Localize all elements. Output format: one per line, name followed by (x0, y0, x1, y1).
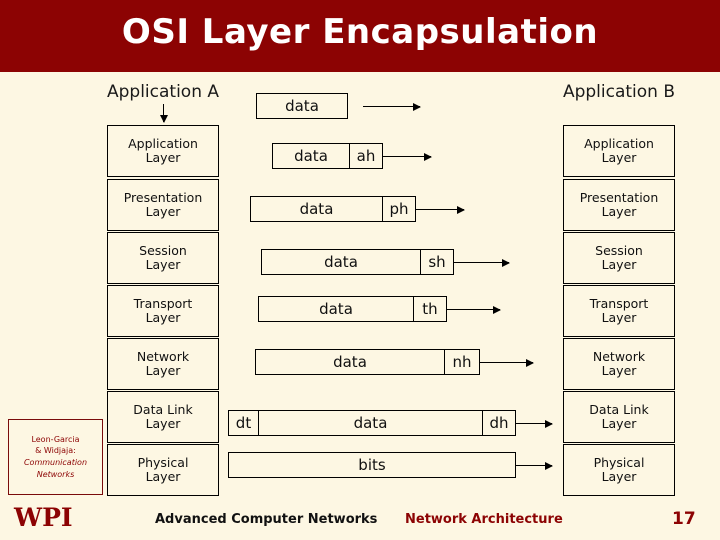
layer-name-line1: Network (136, 348, 190, 364)
layer-name-line1: Session (595, 242, 643, 258)
layer-name-line1: Physical (593, 454, 645, 470)
layer-name-line2: Layer (601, 416, 637, 431)
pdu-header-ah: ah (349, 144, 382, 168)
pdu-data-label: data (324, 253, 358, 271)
down-arrow-application-a (159, 104, 168, 123)
flow-arrow-1 (383, 152, 432, 161)
pdu-network-layer: data nh (255, 349, 480, 375)
page-title: OSI Layer Encapsulation (121, 12, 599, 52)
pdu-header-th: th (413, 297, 446, 321)
flow-arrow-0 (363, 102, 421, 111)
pdu-header-dh: dh (482, 411, 515, 435)
footer-course-title: Advanced Computer Networks (155, 512, 378, 527)
pdu-header-nh: nh (444, 350, 479, 374)
wpi-logo: WPI (14, 503, 73, 532)
layer-name-line2: Layer (145, 363, 181, 378)
stack-right-layer-session: Session Layer (563, 232, 675, 284)
pdu-data-label: data (353, 414, 388, 432)
layer-name-line1: Presentation (123, 189, 203, 205)
layer-name-line2: Layer (145, 469, 181, 484)
stack-left-layer-application: Application Layer (107, 125, 219, 177)
flow-arrow-5 (480, 358, 534, 367)
stack-right-layer-network: Network Layer (563, 338, 675, 390)
endpoint-label-left: Application A (106, 82, 220, 102)
credit-line-2: & Widjaja: (35, 446, 76, 456)
pdu-data-label: data (294, 147, 328, 165)
layer-name-line2: Layer (601, 310, 637, 325)
layer-name-line2: Layer (145, 204, 181, 219)
stack-right-layer-data-link: Data Link Layer (563, 391, 675, 443)
flow-arrow-4 (447, 305, 501, 314)
layer-name-line2: Layer (601, 257, 637, 272)
pdu-data-label: data (299, 200, 334, 218)
layer-name-line1: Session (139, 242, 187, 258)
layer-name-line2: Layer (145, 150, 181, 165)
pdu-presentation-layer: data ph (250, 196, 416, 222)
stack-right-layer-application: Application Layer (563, 125, 675, 177)
stack-left-layer-network: Network Layer (107, 338, 219, 390)
slide-number: 17 (672, 509, 696, 529)
layer-name-line2: Layer (145, 310, 181, 325)
stack-right-layer-physical: Physical Layer (563, 444, 675, 496)
layer-name-line1: Presentation (579, 189, 659, 205)
stack-left-layer-session: Session Layer (107, 232, 219, 284)
pdu-data-label: bits (358, 456, 386, 474)
stack-left-layer-data-link: Data Link Layer (107, 391, 219, 443)
credit-line-1: Leon-Garcia (31, 434, 80, 444)
layer-name-line2: Layer (601, 150, 637, 165)
stack-left-layer-physical: Physical Layer (107, 444, 219, 496)
layer-name-line2: Layer (601, 363, 637, 378)
pdu-trailer-dt: dt (229, 411, 259, 435)
pdu-application-data: data (256, 93, 348, 119)
flow-arrow-3 (454, 258, 510, 267)
layer-name-line2: Layer (601, 204, 637, 219)
stack-right-layer-transport: Transport Layer (563, 285, 675, 337)
layer-name-line2: Layer (145, 257, 181, 272)
layer-name-line1: Transport (589, 295, 649, 311)
credit-line-4: Networks (36, 469, 75, 479)
pdu-transport-layer: data th (258, 296, 447, 322)
layer-name-line1: Application (128, 135, 198, 151)
pdu-data-label: data (285, 97, 319, 115)
layer-name-line1: Network (592, 348, 646, 364)
flow-arrow-6 (516, 419, 553, 428)
stack-left-layer-presentation: Presentation Layer (107, 179, 219, 231)
layer-name-line2: Layer (145, 416, 181, 431)
layer-name-line1: Data Link (589, 401, 649, 417)
layer-name-line1: Application (584, 135, 654, 151)
pdu-data-label: data (319, 300, 353, 318)
footer-topic-title: Network Architecture (405, 512, 563, 527)
stack-right-layer-presentation: Presentation Layer (563, 179, 675, 231)
pdu-data-label: data (333, 353, 367, 371)
layer-name-line2: Layer (601, 469, 637, 484)
pdu-application-layer: data ah (272, 143, 383, 169)
layer-name-line1: Data Link (133, 401, 193, 417)
endpoint-label-right: Application B (562, 82, 676, 102)
layer-name-line1: Transport (133, 295, 193, 311)
stack-left-layer-transport: Transport Layer (107, 285, 219, 337)
pdu-data-link-layer: dt data dh (228, 410, 516, 436)
pdu-header-ph: ph (382, 197, 415, 221)
source-credit-box: Leon-Garcia & Widjaja: Communication Net… (8, 419, 103, 495)
title-bar: OSI Layer Encapsulation (0, 0, 720, 72)
flow-arrow-2 (416, 205, 465, 214)
flow-arrow-7 (516, 461, 553, 470)
pdu-header-sh: sh (420, 250, 453, 274)
layer-name-line1: Physical (137, 454, 189, 470)
pdu-physical-layer-bits: bits (228, 452, 516, 478)
credit-line-3: Communication (23, 458, 88, 467)
pdu-session-layer: data sh (261, 249, 454, 275)
